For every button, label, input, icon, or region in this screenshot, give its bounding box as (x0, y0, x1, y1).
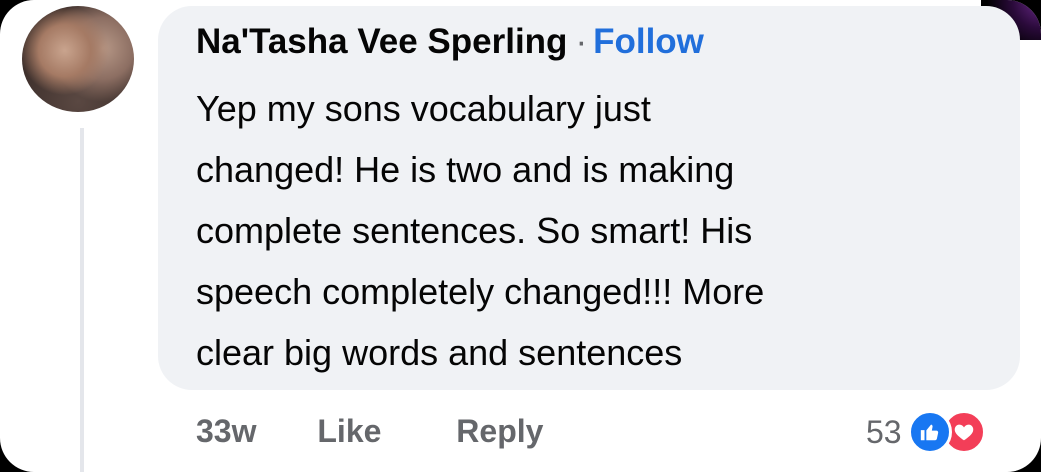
follow-button[interactable]: Follow (593, 22, 704, 61)
avatar[interactable] (22, 6, 134, 112)
separator-dot: · (575, 22, 588, 61)
reaction-count: 53 (866, 413, 902, 450)
timestamp-link[interactable]: 33w (196, 413, 256, 449)
reply-button[interactable]: Reply (456, 413, 543, 449)
reply-thread-line (80, 128, 84, 472)
comment-actions: 33w Like Reply (196, 411, 543, 451)
author-name[interactable]: Na'Tasha Vee Sperling (196, 22, 567, 61)
comment-card: Na'Tasha Vee Sperling · Follow Yep my sons… (0, 0, 1041, 472)
reactions-summary[interactable]: 53 (866, 408, 986, 456)
comment-text: Yep my sons vocabulary just changed! He … (196, 88, 765, 373)
comment-header: Na'Tasha Vee Sperling · Follow (196, 22, 704, 62)
like-button[interactable]: Like (317, 413, 381, 449)
like-icon (907, 410, 952, 454)
